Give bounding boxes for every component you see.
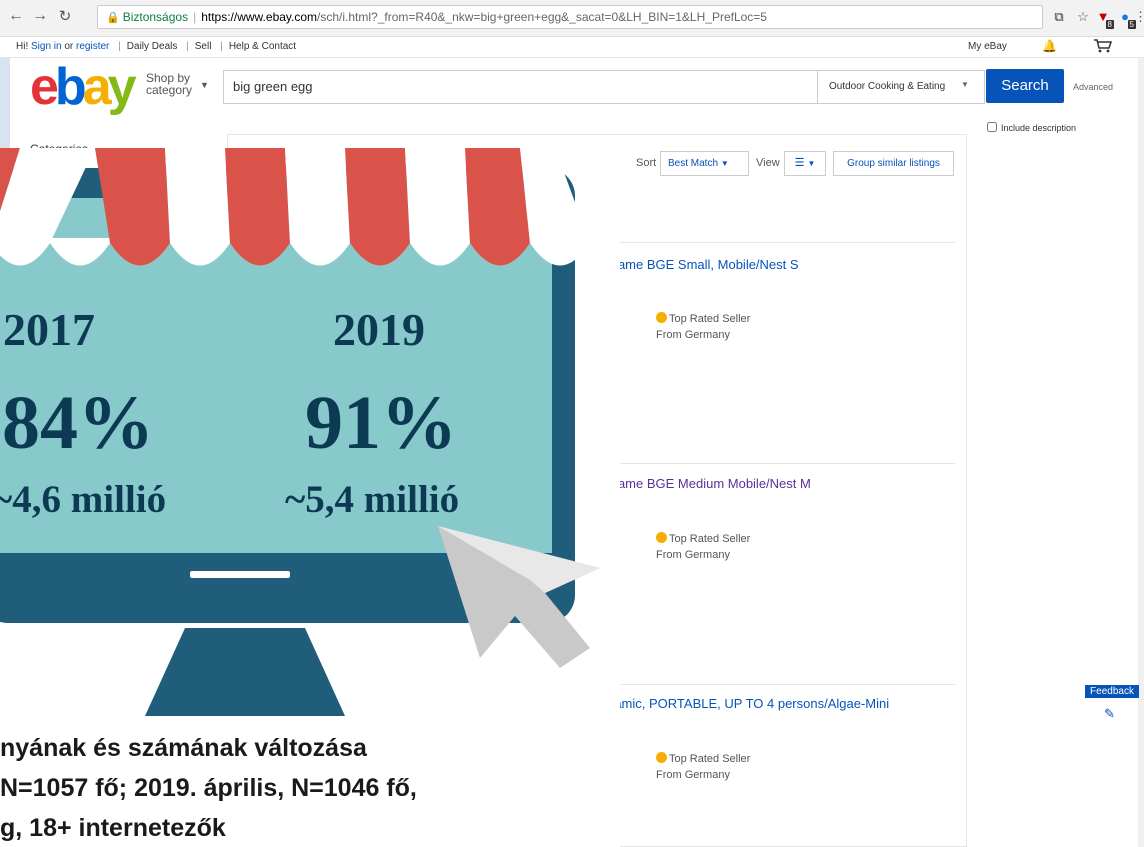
my-ebay-link[interactable]: My eBay xyxy=(968,41,1007,52)
greeting-text: Hi! xyxy=(16,41,31,52)
top-rated-row: Top Rated Seller xyxy=(656,531,750,547)
chevron-down-icon: ▼ xyxy=(200,80,209,90)
infographic-overlay: 2017 2019 84% 91% ~4,6 millió ~5,4 milli… xyxy=(0,148,620,847)
item-title-link[interactable]: ramic, PORTABLE, UP TO 4 persons/Algae-M… xyxy=(610,696,889,711)
caption-line-2: N=1057 fő; 2019. április, N=1046 fő, xyxy=(0,774,417,802)
top-rated-label: Top Rated Seller xyxy=(669,313,751,325)
category-line: category xyxy=(146,83,193,97)
search-input[interactable]: big green egg xyxy=(223,70,818,104)
ebay-top-links: Hi! Sign in or register | Daily Deals | Se… xyxy=(0,37,1144,58)
separator: | xyxy=(186,41,189,52)
daily-deals-link[interactable]: Daily Deals xyxy=(127,41,178,52)
percent-2019: 91% xyxy=(305,381,457,465)
result-divider xyxy=(600,463,955,464)
category-select[interactable]: Outdoor Cooking & Eating xyxy=(817,70,985,104)
feedback-edit-icon[interactable]: ✎ xyxy=(1104,706,1115,722)
secure-label: Biztonságos xyxy=(122,10,189,24)
cart-icon[interactable] xyxy=(1093,38,1113,54)
view-dropdown[interactable]: ☰ ▼ xyxy=(784,151,826,176)
or-text: or xyxy=(61,41,77,52)
caption-line-3: g, 18+ internetezők xyxy=(0,814,226,842)
top-rated-row: Top Rated Seller xyxy=(656,751,750,767)
list-view-icon: ☰ xyxy=(794,157,805,169)
chevron-down-icon: ▼ xyxy=(807,159,816,168)
seller-info: Top Rated Seller From Germany xyxy=(656,531,750,563)
reload-icon[interactable]: ↻ xyxy=(55,7,75,25)
percent-2017: 84% xyxy=(2,381,154,465)
separator: | xyxy=(118,41,121,52)
bookmark-star-icon[interactable]: ☆ xyxy=(1074,8,1092,26)
result-divider xyxy=(600,684,955,685)
count-2019: ~5,4 millió xyxy=(285,478,460,521)
item-location: From Germany xyxy=(656,769,730,781)
url-path: /sch/i.html?_from=R40&_nkw=big+green+egg… xyxy=(317,10,767,24)
help-contact-link[interactable]: Help & Contact xyxy=(229,41,296,52)
register-link[interactable]: register xyxy=(76,41,109,52)
top-rated-label: Top Rated Seller xyxy=(669,533,751,545)
url-separator: | xyxy=(193,10,197,24)
group-similar-button[interactable]: Group similar listings xyxy=(833,151,954,176)
top-rated-medal-icon xyxy=(656,312,667,323)
include-description-option[interactable]: Include description xyxy=(987,122,1076,133)
count-2017: ~4,6 millió xyxy=(0,478,167,521)
shop-by-category-button[interactable]: Shop by category xyxy=(146,72,192,96)
top-links-left: Hi! Sign in or register | Daily Deals | Se… xyxy=(16,41,296,52)
chevron-down-icon: ▼ xyxy=(961,80,969,89)
extension-person-icon[interactable]: ● 5 xyxy=(1116,8,1136,29)
top-rated-medal-icon xyxy=(656,532,667,543)
lock-icon: 🔒 xyxy=(106,12,120,24)
address-bar[interactable]: 🔒 Biztonságos | https://www.ebay.com/sch/i.… xyxy=(97,5,1043,29)
result-divider xyxy=(600,242,955,243)
ebay-logo[interactable]: ebay xyxy=(30,61,137,113)
separator: | xyxy=(220,41,223,52)
seller-info: Top Rated Seller From Germany xyxy=(656,311,750,343)
sign-in-link[interactable]: Sign in xyxy=(31,41,62,52)
advanced-search-link[interactable]: Advanced xyxy=(1073,82,1113,92)
include-description-label: Include description xyxy=(1001,123,1077,133)
chevron-down-icon: ▼ xyxy=(720,159,729,168)
item-title-link[interactable]: frame BGE Small, Mobile/Nest S xyxy=(610,257,799,272)
caption-line-1: nyának és számának változása xyxy=(0,734,367,762)
sort-dropdown[interactable]: Best Match ▼ xyxy=(660,151,749,176)
sort-label: Sort xyxy=(636,157,657,169)
browser-menu-icon[interactable]: ⋮ xyxy=(1134,8,1144,26)
seller-info: Top Rated Seller From Germany xyxy=(656,751,750,783)
translate-icon[interactable]: ⧉ xyxy=(1050,8,1068,26)
top-rated-row: Top Rated Seller xyxy=(656,311,750,327)
back-arrow-icon[interactable]: ← xyxy=(6,7,26,25)
sell-link[interactable]: Sell xyxy=(195,41,212,52)
search-button[interactable]: Search xyxy=(986,69,1064,103)
view-label: View xyxy=(756,157,780,169)
sort-value: Best Match xyxy=(668,158,719,169)
url-host: https://www.ebay.com xyxy=(201,10,318,24)
item-location: From Germany xyxy=(656,549,730,561)
feedback-tab[interactable]: Feedback xyxy=(1085,685,1139,698)
item-location: From Germany xyxy=(656,329,730,341)
year-2019: 2019 xyxy=(333,304,425,355)
extension-shield-icon[interactable]: ▼ 8 xyxy=(1094,8,1114,29)
forward-arrow-icon[interactable]: → xyxy=(30,7,50,25)
year-2017: 2017 xyxy=(3,304,95,355)
extension-badge: 8 xyxy=(1105,20,1114,29)
top-rated-medal-icon xyxy=(656,752,667,763)
top-rated-label: Top Rated Seller xyxy=(669,753,751,765)
browser-toolbar: ← → ↻ 🔒 Biztonságos | https://www.ebay.com/… xyxy=(0,0,1144,37)
include-description-checkbox[interactable] xyxy=(987,122,997,132)
page-scrollbar[interactable] xyxy=(1138,58,1144,847)
item-title-link[interactable]: frame BGE Medium Mobile/Nest M xyxy=(610,476,811,491)
notification-bell-icon[interactable]: 🔔 xyxy=(1042,39,1057,53)
